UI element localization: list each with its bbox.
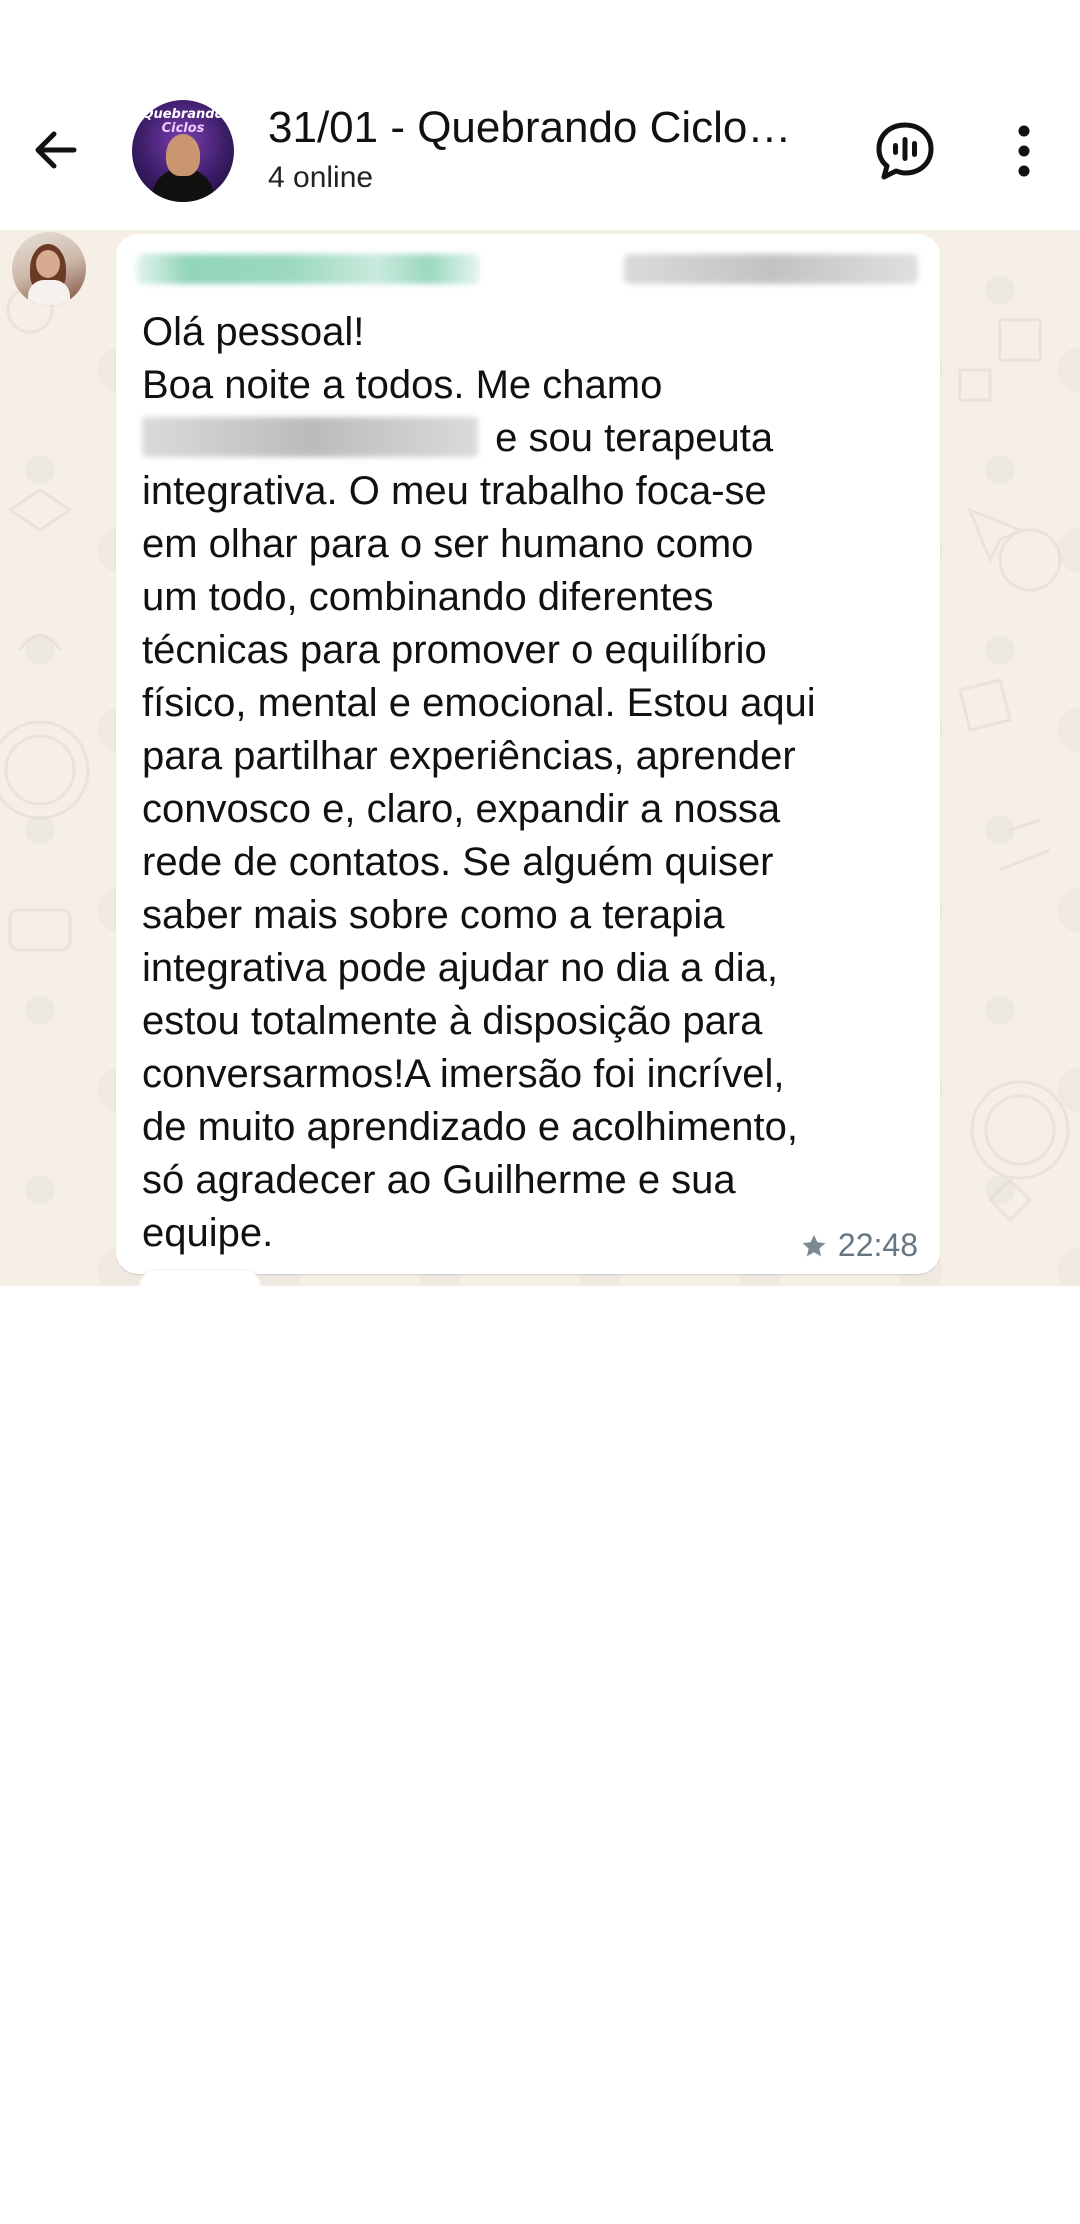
message-line: estou totalmente à disposição para <box>142 999 763 1043</box>
message-line: físico, mental e emocional. Estou aqui <box>142 681 816 725</box>
message-time: 22:48 <box>837 1227 918 1263</box>
message-bubble[interactable]: Olá pessoal! Boa noite a todos. Me chamo… <box>116 234 940 1274</box>
voice-chat-icon <box>876 122 934 180</box>
chat-header: Quebrando Ciclos 31/01 - Quebrando Ciclo… <box>0 0 1080 230</box>
sender-name-redacted[interactable] <box>136 254 480 284</box>
avatar-logo-text: Quebrando Ciclos <box>142 107 224 136</box>
message-line: só agradecer ao Guilherme e sua <box>142 1158 736 1202</box>
sender-phone-redacted <box>624 254 918 284</box>
message-line: Boa noite a todos. Me chamo <box>142 363 663 407</box>
chat-messages-area[interactable]: Olá pessoal! Boa noite a todos. Me chamo… <box>0 230 1080 1286</box>
message-line: rede de contatos. Se alguém quiser <box>142 840 774 884</box>
message-line: Olá pessoal! <box>142 310 365 354</box>
message-line: conversarmos!A imersão foi incrível, <box>142 1052 785 1096</box>
message-line: e sou terapeuta <box>484 416 774 460</box>
sender-avatar[interactable] <box>12 232 86 306</box>
chat-title-area[interactable]: 31/01 - Quebrando Ciclo… 4 online <box>268 100 828 198</box>
redacted-name <box>142 417 478 457</box>
avatar-person-head <box>166 134 200 176</box>
message-line: saber mais sobre como a terapia <box>142 893 725 937</box>
message-line: de muito aprendizado e acolhimento, <box>142 1105 798 1149</box>
message-line: um todo, combinando diferentes <box>142 575 714 619</box>
voice-chat-button[interactable] <box>874 120 936 182</box>
back-button[interactable] <box>28 122 84 178</box>
message-line: integrativa. O meu trabalho foca-se <box>142 469 767 513</box>
message-meta: 22:48 <box>800 1227 918 1264</box>
arrow-left-icon <box>35 131 77 169</box>
message-text: Olá pessoal! Boa noite a todos. Me chamo… <box>142 306 922 1260</box>
group-avatar[interactable]: Quebrando Ciclos <box>132 100 234 202</box>
online-status: 4 online <box>268 161 374 194</box>
more-options-button[interactable] <box>1000 122 1048 180</box>
message-line: equipe. <box>142 1211 274 1255</box>
message-line: em olhar para o ser humano como <box>142 522 754 566</box>
message-line: integrativa pode ajudar no dia a dia, <box>142 946 779 990</box>
star-icon <box>802 1234 826 1256</box>
reaction-pill[interactable] <box>140 1270 260 1286</box>
chat-title: 31/01 - Quebrando Ciclo… <box>268 103 792 152</box>
more-vert-icon <box>1018 125 1030 177</box>
message-line: para partilhar experiências, aprender <box>142 734 796 778</box>
message-line: técnicas para promover o equilíbrio <box>142 628 767 672</box>
message-line: convosco e, claro, expandir a nossa <box>142 787 781 831</box>
